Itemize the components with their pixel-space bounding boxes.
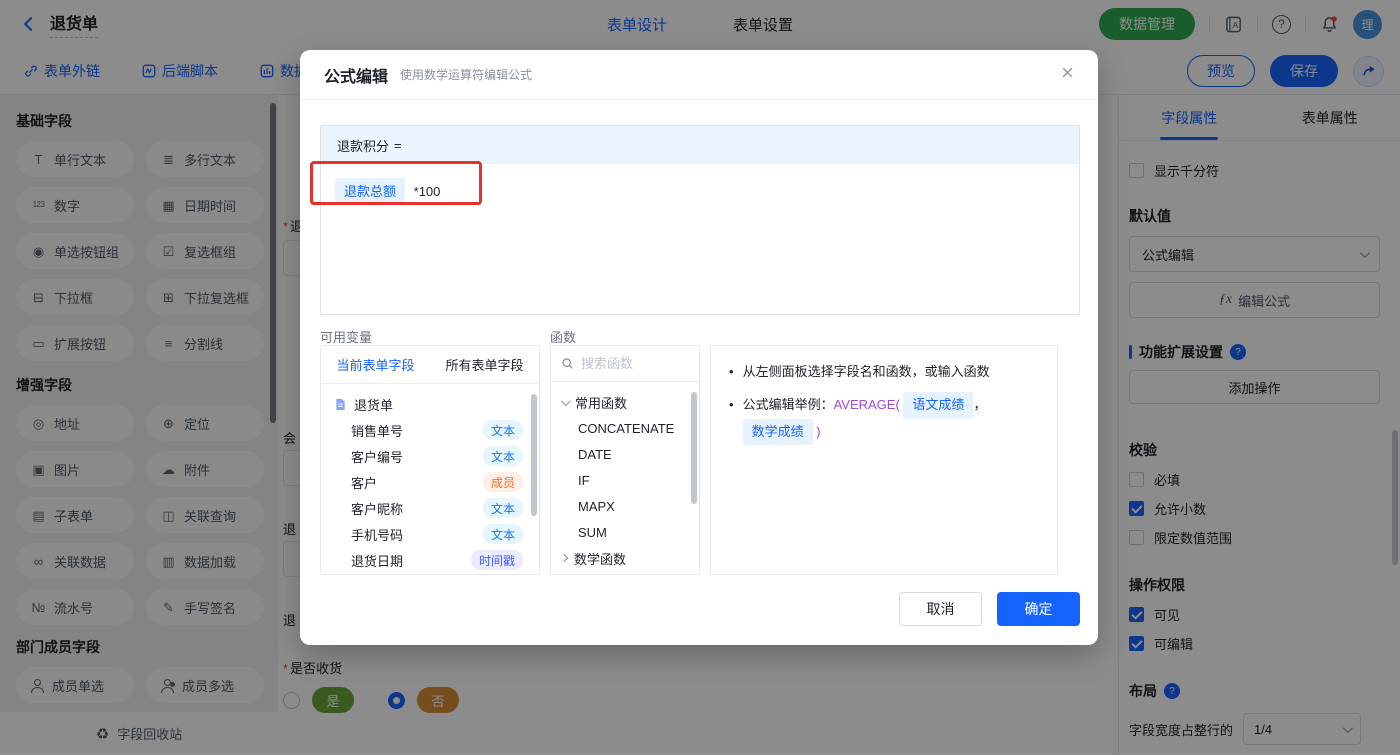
tip-line-1: 从左侧面板选择字段名和函数，或输入函数: [742, 364, 990, 379]
formula-editor-modal: 公式编辑 使用数学运算符编辑公式 × 退款积分 = 退款总额 *100 可用变量…: [300, 50, 1098, 645]
tip-line-2: 公式编辑举例：AVERAGE( 语文成绩， 数学成绩 ): [742, 391, 1039, 446]
function-group-math-functions[interactable]: 数学函数: [551, 545, 699, 571]
document-icon: [336, 398, 345, 410]
variables-label: 可用变量: [320, 330, 373, 345]
form-name: 退货单: [354, 397, 394, 413]
search-icon: [562, 358, 573, 369]
tip-example-prefix: 公式编辑举例：: [742, 396, 834, 412]
variable-row-mobile-number[interactable]: 手机号码 文本: [321, 521, 539, 547]
functions-panel: 常用函数 CONCATENATEDATEIFMAPXSUM 数学函数文本函数: [550, 345, 700, 575]
variable-type-badge: 文本: [482, 420, 523, 440]
function-item-mapx[interactable]: MAPX: [551, 493, 699, 519]
annotation-highlight-box: [310, 161, 482, 205]
tip-example-chip-1: 语文成绩: [903, 391, 974, 419]
function-group-common-functions[interactable]: 常用函数: [551, 389, 699, 415]
functions-scrollbar[interactable]: [691, 392, 697, 504]
variable-name: 手机号码: [351, 527, 404, 543]
function-group-label: 常用函数: [575, 395, 628, 411]
functions-label: 函数: [550, 330, 577, 345]
function-tree: 常用函数 CONCATENATEDATEIFMAPXSUM 数学函数文本函数: [551, 382, 699, 576]
modal-subtitle: 使用数学运算符编辑公式: [400, 68, 533, 82]
formula-equals: =: [394, 137, 402, 153]
function-item-if[interactable]: IF: [551, 467, 699, 493]
tab-all-form-fields[interactable]: 所有表单字段: [430, 346, 539, 383]
tips-panel: • 从左侧面板选择字段名和函数，或输入函数 • 公式编辑举例：AVERAGE( …: [710, 345, 1058, 575]
bullet: •: [729, 364, 734, 379]
variable-name: 客户: [351, 475, 378, 491]
variable-type-badge: 文本: [482, 498, 523, 518]
variable-type-badge: 文本: [482, 524, 523, 544]
tip-example-comma: ，: [973, 396, 987, 412]
variable-name: 退货日期: [351, 553, 404, 569]
variables-scrollbar[interactable]: [531, 394, 537, 516]
function-item-sum[interactable]: SUM: [551, 519, 699, 545]
confirm-button[interactable]: 确定: [997, 592, 1080, 626]
function-search[interactable]: [551, 346, 699, 382]
function-group-label: 文本函数: [574, 575, 626, 576]
chevron-down-icon: [560, 395, 571, 406]
variable-row-customer[interactable]: 客户 成员: [321, 469, 539, 495]
form-tree-root[interactable]: 退货单: [321, 391, 539, 417]
formula-target-field: 退款积分: [337, 138, 390, 154]
variables-panel: 当前表单字段 所有表单字段 退货单 销售单号 文本 客户编号 文本 客户 成员 客户昵称 文本…: [320, 345, 540, 575]
variable-name: 客户编号: [351, 449, 404, 465]
chevron-right-icon: [559, 553, 569, 563]
variable-name: 客户昵称: [351, 501, 404, 517]
variable-row-return-date[interactable]: 退货日期 时间戳: [321, 547, 539, 573]
close-icon[interactable]: ×: [1061, 62, 1074, 84]
variable-name: 销售单号: [351, 423, 404, 439]
tip-example-chip-2: 数学成绩: [742, 418, 813, 446]
variable-list: 销售单号 文本 客户编号 文本 客户 成员 客户昵称 文本 手机号码 文本 退货日期 时间戳: [321, 417, 539, 573]
function-group-text-functions[interactable]: 文本函数: [551, 571, 699, 576]
modal-title: 公式编辑: [324, 68, 389, 86]
function-group-label: 数学函数: [574, 551, 627, 567]
variable-type-badge: 文本: [482, 446, 523, 466]
variable-row-sales-order-no[interactable]: 销售单号 文本: [321, 417, 539, 443]
function-item-date[interactable]: DATE: [551, 441, 699, 467]
variable-row-customer-nickname[interactable]: 客户昵称 文本: [321, 495, 539, 521]
function-item-concatenate[interactable]: CONCATENATE: [551, 415, 699, 441]
formula-editor[interactable]: 退款积分 = 退款总额 *100: [320, 125, 1080, 315]
tip-example-close: ): [816, 423, 821, 439]
function-search-input[interactable]: [581, 356, 681, 371]
cancel-button[interactable]: 取消: [899, 592, 982, 626]
variable-type-badge: 成员: [482, 472, 523, 492]
bullet: •: [729, 396, 734, 412]
variable-type-badge: 时间戳: [470, 550, 523, 570]
tab-current-form-fields[interactable]: 当前表单字段: [321, 346, 430, 383]
tip-example-function: AVERAGE(: [833, 396, 900, 412]
variable-row-customer-no[interactable]: 客户编号 文本: [321, 443, 539, 469]
